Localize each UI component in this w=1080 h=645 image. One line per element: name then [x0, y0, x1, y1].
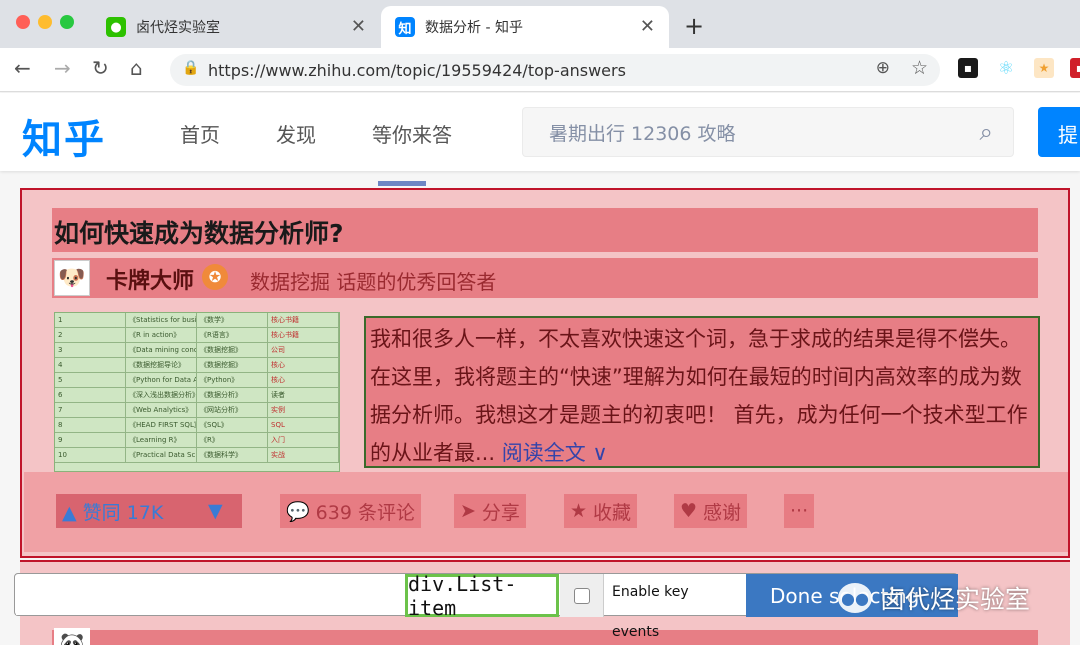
thanks-button[interactable]: ♥ 感谢: [674, 494, 748, 528]
read-more-link[interactable]: 阅读全文: [502, 441, 586, 465]
maximize-window-button[interactable]: [60, 15, 74, 29]
enable-key-label-2: events: [612, 624, 660, 640]
forward-icon[interactable]: →: [54, 56, 71, 80]
close-window-button[interactable]: [16, 15, 30, 29]
answer-thumbnail[interactable]: 1《Statistics for business》《数学》核心书籍 2《R i…: [54, 312, 340, 472]
ask-button[interactable]: 提: [1038, 107, 1080, 157]
answer-excerpt[interactable]: 我和很多人一样，不太喜欢快速这个词，急于求成的结果是得不偿失。 在这里，我将题主…: [364, 316, 1040, 468]
share-button[interactable]: ➤ 分享: [454, 494, 526, 528]
collect-button[interactable]: ★ 收藏: [564, 494, 638, 528]
zhihu-header: 知乎 首页 发现 等你来答 暑期出行 12306 攻略 ⌕ 提: [0, 93, 1080, 171]
next-author-avatar[interactable]: 🐼: [54, 628, 90, 645]
share-icon: ➤: [460, 500, 476, 522]
extension-4-icon[interactable]: ▪: [1070, 58, 1080, 78]
watermark-text: 卤代烃实验室: [880, 585, 1031, 614]
home-icon[interactable]: ⌂: [130, 56, 143, 80]
nav-discover[interactable]: 发现: [276, 119, 316, 148]
tab-title: 数据分析 - 知乎: [425, 20, 523, 36]
current-selector[interactable]: div.List-item: [405, 572, 559, 620]
search-input[interactable]: 暑期出行 12306 攻略 ⌕: [522, 107, 1014, 157]
more-button[interactable]: ···: [784, 494, 815, 528]
author-description: 数据挖掘 话题的优秀回答者: [250, 270, 497, 294]
bookmark-star-icon[interactable]: ☆: [911, 57, 928, 79]
comments-label: 639 条评论: [315, 501, 415, 524]
zoom-icon[interactable]: ⊕: [876, 58, 890, 78]
url-input[interactable]: 🔒 https://www.zhihu.com/topic/19559424/t…: [170, 54, 940, 86]
collect-label: 收藏: [593, 501, 632, 524]
close-tab-icon[interactable]: ✕: [640, 16, 655, 37]
tab-zhihu[interactable]: 知 数据分析 - 知乎 ✕: [381, 6, 669, 48]
zhihu-logo[interactable]: 知乎: [22, 107, 106, 165]
lock-icon: 🔒: [182, 60, 200, 76]
upvote-button[interactable]: ▲ 赞同 17K ▼: [56, 494, 242, 528]
wechat-icon: ●: [106, 17, 126, 37]
heart-icon: ♥: [680, 500, 698, 522]
nav-waiting-answers[interactable]: 等你来答: [372, 119, 452, 148]
tab-wechat[interactable]: ● 卤代烃实验室 ✕: [92, 6, 380, 48]
chevron-down-icon[interactable]: ∨: [592, 441, 607, 465]
downvote-icon[interactable]: ▼: [208, 500, 223, 522]
enable-key-events-toggle[interactable]: [560, 574, 604, 617]
comment-icon: 💬: [286, 500, 310, 523]
share-label: 分享: [481, 501, 520, 524]
react-devtools-icon[interactable]: ⚛: [996, 58, 1016, 79]
excellent-answerer-badge-icon: ✪: [202, 264, 228, 290]
address-bar: ← → ↻ ⌂ 🔒 https://www.zhihu.com/topic/19…: [0, 48, 1080, 92]
search-icon[interactable]: ⌕: [980, 118, 993, 146]
minimize-window-button[interactable]: [38, 15, 52, 29]
comments-button[interactable]: 💬 639 条评论: [280, 494, 421, 528]
thanks-label: 感谢: [703, 501, 742, 524]
upvote-label: ▲ 赞同 17K: [62, 501, 164, 524]
reload-icon[interactable]: ↻: [92, 56, 109, 80]
enable-key-events-checkbox[interactable]: [573, 587, 590, 604]
star-icon: ★: [570, 500, 588, 522]
question-title[interactable]: 如何快速成为数据分析师?: [54, 214, 344, 250]
tab-title: 卤代烃实验室: [136, 20, 220, 36]
wechat-icon: ●●: [838, 583, 872, 613]
search-placeholder: 暑期出行 12306 攻略: [549, 122, 736, 145]
extension-1-icon[interactable]: ▪: [958, 58, 978, 78]
watermark: ●● 卤代烃实验室: [838, 580, 1030, 616]
new-tab-button[interactable]: +: [684, 12, 704, 40]
excerpt-text: 我和很多人一样，不太喜欢快速这个词，急于求成的结果是得不偿失。 在这里，我将题主…: [370, 327, 1028, 465]
enable-key-label: Enable key: [612, 584, 689, 600]
close-tab-icon[interactable]: ✕: [351, 16, 366, 37]
author-name[interactable]: 卡牌大师: [106, 263, 194, 295]
author-avatar[interactable]: 🐶: [54, 260, 90, 296]
active-tab-indicator: [378, 181, 426, 186]
back-icon[interactable]: ←: [14, 56, 31, 80]
browser-tab-bar: ● 卤代烃实验室 ✕ 知 数据分析 - 知乎 ✕ +: [0, 0, 1080, 48]
zhihu-favicon-icon: 知: [395, 17, 415, 37]
selector-input[interactable]: [16, 575, 406, 615]
url-text: https://www.zhihu.com/topic/19559424/top…: [208, 60, 626, 80]
author-row-highlight: [52, 258, 1038, 298]
next-item-row-highlight: [52, 630, 1038, 645]
extension-3-icon[interactable]: ★: [1034, 58, 1054, 78]
nav-home[interactable]: 首页: [180, 119, 220, 148]
